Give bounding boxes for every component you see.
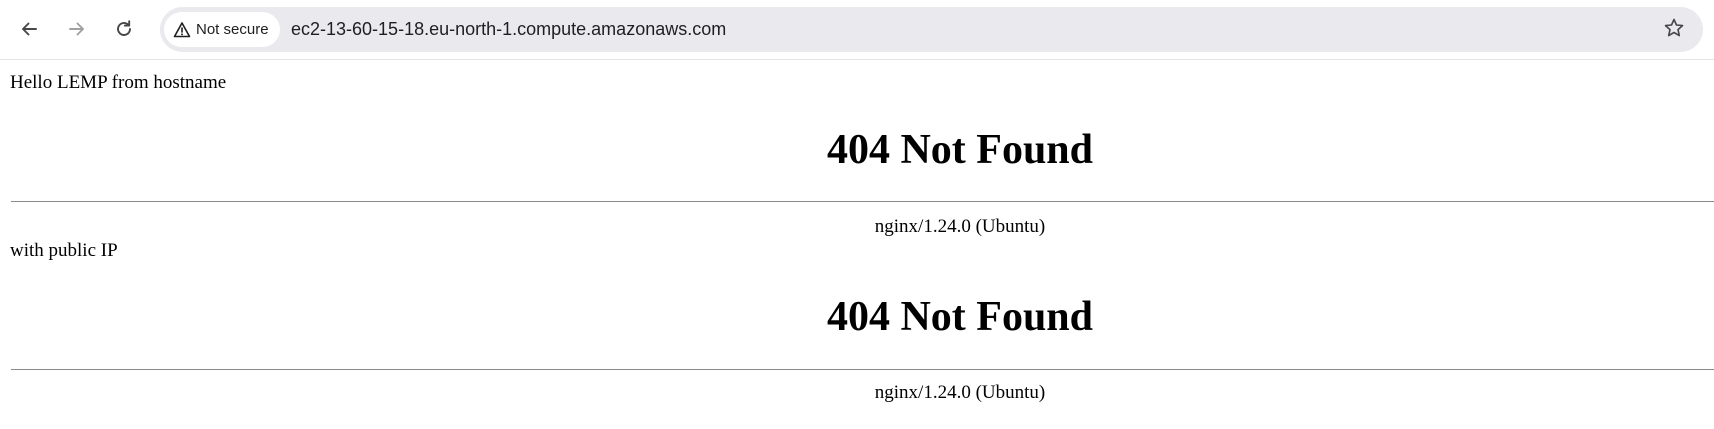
address-bar[interactable]: Not secure ec2-13-60-15-18.eu-north-1.co… xyxy=(160,7,1703,52)
error-title: 404 Not Found xyxy=(826,127,1094,173)
reload-icon xyxy=(114,19,134,39)
server-signature: nginx/1.24.0 (Ubuntu) xyxy=(874,382,1046,403)
error-title: 404 Not Found xyxy=(826,294,1094,340)
bookmark-button[interactable] xyxy=(1657,13,1691,47)
public-ip-text: with public IP xyxy=(10,240,118,261)
security-chip-label: Not secure xyxy=(196,21,269,38)
arrow-left-icon xyxy=(19,19,39,39)
url-text[interactable]: ec2-13-60-15-18.eu-north-1.compute.amazo… xyxy=(291,7,726,52)
divider xyxy=(11,369,1714,370)
security-chip[interactable]: Not secure xyxy=(164,12,280,47)
forward-button[interactable] xyxy=(57,9,97,49)
warning-triangle-icon xyxy=(173,21,191,39)
reload-button[interactable] xyxy=(104,9,144,49)
browser-toolbar: Not secure ec2-13-60-15-18.eu-north-1.co… xyxy=(0,0,1714,60)
back-button[interactable] xyxy=(9,9,49,49)
page-content: Hello LEMP from hostname 404 Not Found n… xyxy=(0,60,1714,429)
server-signature: nginx/1.24.0 (Ubuntu) xyxy=(874,216,1046,237)
divider xyxy=(11,201,1714,202)
arrow-right-icon xyxy=(67,19,87,39)
hello-text: Hello LEMP from hostname xyxy=(10,72,227,93)
star-icon xyxy=(1663,17,1685,44)
